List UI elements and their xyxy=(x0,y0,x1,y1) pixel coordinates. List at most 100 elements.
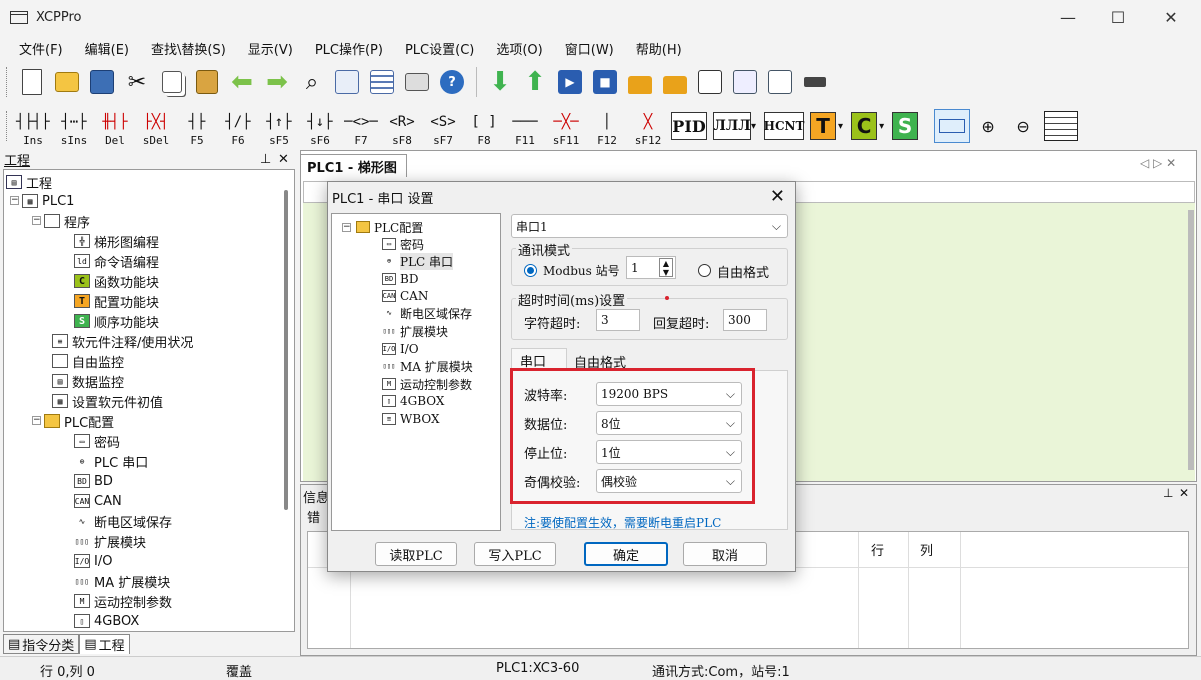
ladder-tool-f12[interactable]: │ F12 xyxy=(589,105,625,147)
tree-scrollbar[interactable] xyxy=(284,190,288,510)
tab-nav-arrows[interactable]: ◁ ▷ ✕ xyxy=(1140,156,1176,170)
menu-help[interactable]: 帮助(H) xyxy=(625,39,693,58)
modbus-radio[interactable] xyxy=(524,264,537,277)
write-plc-button[interactable]: 写入PLC xyxy=(474,542,556,566)
menu-plc-settings[interactable]: PLC设置(C) xyxy=(394,39,485,58)
tree-item[interactable]: 程序 xyxy=(44,211,90,231)
chevron-down-icon[interactable]: ▾ xyxy=(751,121,756,132)
help-button[interactable]: ? xyxy=(435,65,469,99)
open-button[interactable] xyxy=(50,65,84,99)
toolbar-grip[interactable] xyxy=(6,111,9,141)
menu-file[interactable]: 文件(F) xyxy=(8,39,74,58)
ladder-tool-f8[interactable]: [ ] F8 xyxy=(466,105,502,147)
tree-item[interactable]: S 顺序功能块 xyxy=(74,311,159,331)
lock-button[interactable] xyxy=(623,65,657,99)
c-block-button[interactable]: C xyxy=(851,112,878,140)
monitor-button[interactable] xyxy=(693,65,727,99)
tree-item[interactable]: ▯▯▯ MA 扩展模块 xyxy=(74,571,170,591)
ladder-tool-sins[interactable]: ┤⋯├ sIns xyxy=(56,105,92,147)
tab-ladder-document[interactable]: PLC1 - 梯形图 xyxy=(300,154,407,177)
find-button[interactable]: ⌕ xyxy=(295,65,329,99)
tree-item-selected[interactable]: ⊕ PLC 串口 xyxy=(382,252,454,270)
stepper-arrows-icon[interactable]: ▲ ▼ xyxy=(659,258,673,277)
split-view-button[interactable] xyxy=(934,109,971,143)
editor-scrollbar[interactable] xyxy=(1188,210,1194,470)
preview-button[interactable] xyxy=(763,65,797,99)
info-tab-error[interactable]: 错 xyxy=(307,507,320,526)
ladder-tool-sf11[interactable]: ─╳─ sF11 xyxy=(548,105,584,147)
tree-item[interactable]: ▯▯▯ 扩展模块 xyxy=(74,531,146,551)
ladder-tool-sf12[interactable]: ╳ sF12 xyxy=(630,105,666,147)
reply-timeout-input[interactable]: 300 xyxy=(723,309,767,331)
ladder-tool-f6[interactable]: ┤/├ F6 xyxy=(220,105,256,147)
tree-item[interactable]: PLC配置 xyxy=(356,218,423,236)
zoom-preview-button[interactable] xyxy=(728,65,762,99)
tree-item[interactable]: ▭ 密码 xyxy=(74,431,120,451)
new-file-button[interactable] xyxy=(15,65,49,99)
ladder-tool-del[interactable]: ╫┤├ Del xyxy=(97,105,133,147)
tree-item[interactable]: CAN CAN xyxy=(382,287,428,305)
menu-view[interactable]: 显示(V) xyxy=(237,39,304,58)
tree-item[interactable]: ▯▯▯ 扩展模块 xyxy=(382,322,448,340)
tree-item[interactable]: ≡ 软元件注释/使用状况 xyxy=(52,331,193,351)
ladder-tool-f11[interactable]: ─── F11 xyxy=(507,105,543,147)
stop-button[interactable]: ■ xyxy=(588,65,622,99)
serial-port-button[interactable] xyxy=(798,65,832,99)
layout-button[interactable] xyxy=(1041,109,1081,143)
tree-item[interactable]: ⊕ PLC 串口 xyxy=(74,451,148,471)
pid-button[interactable]: PID xyxy=(671,112,707,140)
collapse-icon[interactable]: − xyxy=(10,196,19,205)
close-icon[interactable]: ✕ xyxy=(1179,486,1189,500)
char-timeout-input[interactable]: 3 xyxy=(596,309,640,331)
tree-item[interactable]: ╬ 梯形图编程 xyxy=(74,231,159,251)
cut-button[interactable]: ✂ xyxy=(120,65,154,99)
tree-item[interactable]: C 函数功能块 xyxy=(74,271,159,291)
unlock-button[interactable] xyxy=(658,65,692,99)
tree-item[interactable]: 自由监控 xyxy=(52,351,124,371)
ladder-tool-ins[interactable]: ┤├┤├ Ins xyxy=(15,105,51,147)
ladder-tool-f5[interactable]: ┤├ F5 xyxy=(179,105,215,147)
tree-item[interactable]: BD BD xyxy=(382,270,418,288)
copy-button[interactable] xyxy=(155,65,189,99)
tree-item[interactable]: ▦ PLC1 xyxy=(22,191,74,211)
minimize-button[interactable]: — xyxy=(1045,0,1091,34)
ladder-tool-sdel[interactable]: ├╳┤ sDel xyxy=(138,105,174,147)
tree-item[interactable]: I/O I/O xyxy=(74,551,112,571)
tree-item[interactable]: M 运动控制参数 xyxy=(382,375,472,393)
zoom-out-button[interactable]: ⊖ xyxy=(1006,109,1040,143)
menu-options[interactable]: 选项(O) xyxy=(485,39,553,58)
tree-item[interactable]: ▯▯▯ MA 扩展模块 xyxy=(382,357,473,375)
read-plc-button[interactable]: 读取PLC xyxy=(375,542,457,566)
menu-plc-operation[interactable]: PLC操作(P) xyxy=(304,39,394,58)
menu-window[interactable]: 窗口(W) xyxy=(554,39,625,58)
tree-item[interactable]: ▦ 设置软元件初值 xyxy=(52,391,163,411)
port-select[interactable]: 串口1 ⌵ xyxy=(511,214,788,238)
pulse-button[interactable]: ЛЛЛ xyxy=(713,112,751,140)
ladder-tool-sf5[interactable]: ┤↑├ sF5 xyxy=(261,105,297,147)
tab-project[interactable]: ▤ 工程 xyxy=(79,634,130,654)
paste-button[interactable] xyxy=(190,65,224,99)
print-button[interactable] xyxy=(400,65,434,99)
s-block-button[interactable]: S xyxy=(892,112,919,140)
tree-item[interactable]: ∿ 断电区域保存 xyxy=(74,511,172,531)
tree-item[interactable]: PLC配置 xyxy=(44,411,114,431)
chevron-down-icon[interactable]: ▾ xyxy=(879,121,884,132)
pin-icon[interactable]: ⊥ xyxy=(260,152,271,167)
save-button[interactable] xyxy=(85,65,119,99)
menu-find-replace[interactable]: 查找\替换(S) xyxy=(140,39,237,58)
forward-button[interactable]: ➡ xyxy=(260,65,294,99)
collapse-icon[interactable]: − xyxy=(32,416,41,425)
tab-instruction-category[interactable]: ▤ 指令分类 xyxy=(3,634,80,654)
tree-item[interactable]: ▭ 密码 xyxy=(382,235,424,253)
t-block-button[interactable]: T xyxy=(810,112,837,140)
tree-item[interactable]: ∿ 断电区域保存 xyxy=(382,304,472,322)
tree-item[interactable]: I/O I/O xyxy=(382,340,419,358)
close-button[interactable]: ✕ xyxy=(1148,0,1194,34)
toolbar-grip[interactable] xyxy=(6,67,9,97)
ok-button[interactable]: 确定 xyxy=(584,542,668,566)
tree-item[interactable]: ▤ 数据监控 xyxy=(52,371,124,391)
tree-item[interactable]: ld 命令语编程 xyxy=(74,251,159,271)
zoom-in-button[interactable]: ⊕ xyxy=(971,109,1005,143)
station-stepper[interactable]: 1 ▲ ▼ xyxy=(626,256,676,279)
maximize-button[interactable]: ☐ xyxy=(1095,0,1141,34)
